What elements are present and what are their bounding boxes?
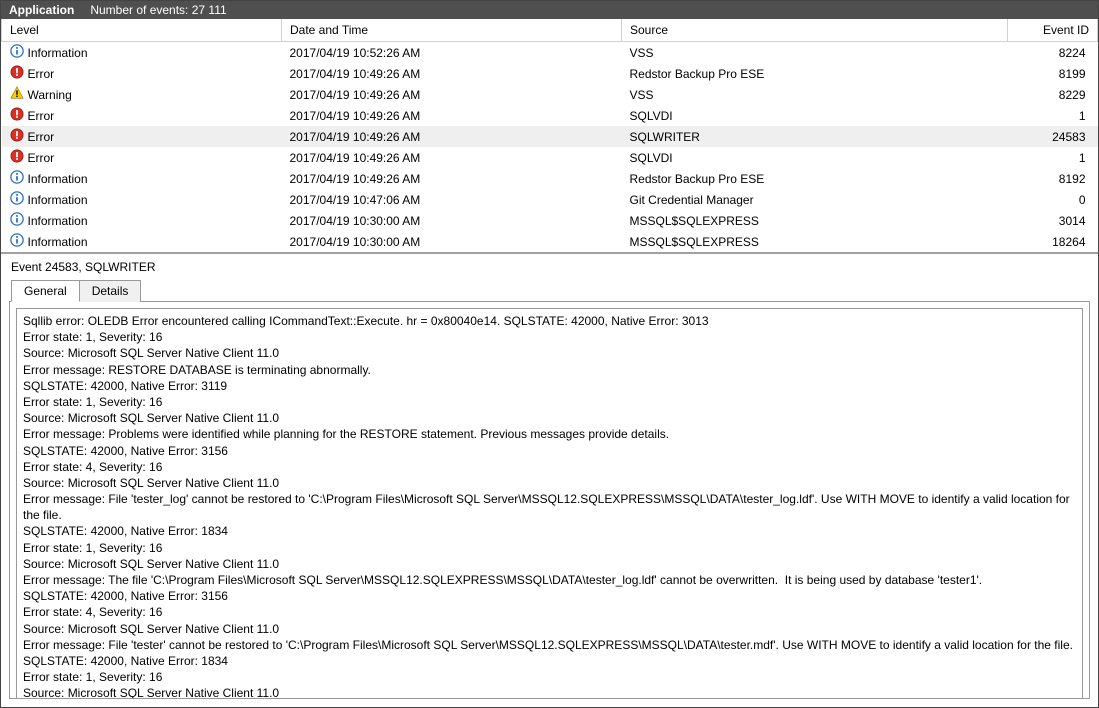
cell-source: SQLVDI (622, 105, 1008, 126)
table-row[interactable]: Information 2017/04/19 10:49:26 AMRedstor… (2, 168, 1098, 189)
table-row[interactable]: Error 2017/04/19 10:49:26 AMSQLVDI1 (2, 147, 1098, 168)
detail-title: Event 24583, SQLWRITER (1, 254, 1098, 280)
table-row[interactable]: Error 2017/04/19 10:49:26 AMRedstor Backu… (2, 63, 1098, 84)
event-grid-container: Level Date and Time Source Event ID Info… (1, 19, 1098, 253)
cell-date: 2017/04/19 10:49:26 AM (282, 63, 622, 84)
titlebar: Application Number of events: 27 111 (1, 1, 1098, 19)
level-label: Warning (28, 88, 72, 102)
level-label: Error (28, 109, 55, 123)
error-icon (10, 107, 24, 124)
cell-eventid: 8199 (1008, 63, 1098, 84)
table-row[interactable]: Information 2017/04/19 10:52:26 AMVSS8224 (2, 42, 1098, 64)
cell-eventid: 0 (1008, 189, 1098, 210)
cell-date: 2017/04/19 10:30:00 AM (282, 231, 622, 252)
table-row[interactable]: Error 2017/04/19 10:49:26 AMSQLVDI1 (2, 105, 1098, 126)
event-count: Number of events: 27 111 (90, 3, 226, 17)
info-icon (10, 233, 24, 250)
cell-source: VSS (622, 42, 1008, 64)
level-label: Information (28, 193, 88, 207)
table-row[interactable]: Information 2017/04/19 10:47:06 AMGit Cre… (2, 189, 1098, 210)
cell-level: Warning (2, 84, 282, 105)
error-icon (10, 149, 24, 166)
tab-body[interactable]: Sqllib error: OLEDB Error encountered ca… (9, 301, 1090, 699)
app-name: Application (9, 3, 74, 17)
level-label: Information (28, 214, 88, 228)
cell-eventid: 8192 (1008, 168, 1098, 189)
detail-tabs: General Details (1, 280, 1098, 302)
cell-source: Redstor Backup Pro ESE (622, 168, 1008, 189)
cell-eventid: 1 (1008, 147, 1098, 168)
level-label: Error (28, 67, 55, 81)
level-label: Error (28, 130, 55, 144)
cell-source: SQLWRITER (622, 126, 1008, 147)
cell-level: Information (2, 168, 282, 189)
event-message: Sqllib error: OLEDB Error encountered ca… (16, 308, 1083, 699)
cell-date: 2017/04/19 10:49:26 AM (282, 168, 622, 189)
level-label: Error (28, 151, 55, 165)
cell-level: Error (2, 105, 282, 126)
cell-level: Information (2, 189, 282, 210)
info-icon (10, 212, 24, 229)
cell-level: Information (2, 210, 282, 231)
cell-level: Information (2, 42, 282, 64)
cell-source: MSSQL$SQLEXPRESS (622, 210, 1008, 231)
cell-eventid: 8229 (1008, 84, 1098, 105)
cell-source: SQLVDI (622, 147, 1008, 168)
col-source[interactable]: Source (622, 19, 1008, 42)
cell-source: Git Credential Manager (622, 189, 1008, 210)
cell-eventid: 18264 (1008, 231, 1098, 252)
col-eventid[interactable]: Event ID (1008, 19, 1098, 42)
level-label: Information (28, 235, 88, 249)
tab-general[interactable]: General (11, 280, 80, 302)
cell-eventid: 3014 (1008, 210, 1098, 231)
error-icon (10, 65, 24, 82)
cell-level: Information (2, 231, 282, 252)
cell-date: 2017/04/19 10:30:00 AM (282, 210, 622, 231)
tab-details[interactable]: Details (79, 280, 142, 302)
col-level[interactable]: Level (2, 19, 282, 42)
level-label: Information (28, 172, 88, 186)
table-row[interactable]: Warning 2017/04/19 10:49:26 AMVSS8229 (2, 84, 1098, 105)
cell-level: Error (2, 147, 282, 168)
table-row[interactable]: Information 2017/04/19 10:30:00 AMMSSQL$S… (2, 210, 1098, 231)
event-grid-scroll[interactable]: Level Date and Time Source Event ID Info… (1, 19, 1098, 252)
cell-eventid: 8224 (1008, 42, 1098, 64)
cell-date: 2017/04/19 10:52:26 AM (282, 42, 622, 64)
cell-date: 2017/04/19 10:49:26 AM (282, 84, 622, 105)
table-row[interactable]: Error 2017/04/19 10:49:26 AMSQLWRITER2458… (2, 126, 1098, 147)
warn-icon (10, 86, 24, 103)
info-icon (10, 170, 24, 187)
info-icon (10, 191, 24, 208)
cell-date: 2017/04/19 10:49:26 AM (282, 147, 622, 168)
col-date[interactable]: Date and Time (282, 19, 622, 42)
table-row[interactable]: Information 2017/04/19 10:30:00 AMMSSQL$S… (2, 231, 1098, 252)
cell-eventid: 1 (1008, 105, 1098, 126)
cell-date: 2017/04/19 10:47:06 AM (282, 189, 622, 210)
event-viewer-window: Application Number of events: 27 111 Lev… (0, 0, 1099, 708)
cell-eventid: 24583 (1008, 126, 1098, 147)
cell-date: 2017/04/19 10:49:26 AM (282, 126, 622, 147)
info-icon (10, 44, 24, 61)
cell-source: VSS (622, 84, 1008, 105)
detail-pane: Event 24583, SQLWRITER General Details S… (1, 253, 1098, 707)
cell-source: MSSQL$SQLEXPRESS (622, 231, 1008, 252)
level-label: Information (28, 46, 88, 60)
cell-source: Redstor Backup Pro ESE (622, 63, 1008, 84)
cell-level: Error (2, 126, 282, 147)
error-icon (10, 128, 24, 145)
cell-date: 2017/04/19 10:49:26 AM (282, 105, 622, 126)
cell-level: Error (2, 63, 282, 84)
event-table: Level Date and Time Source Event ID Info… (1, 19, 1098, 252)
